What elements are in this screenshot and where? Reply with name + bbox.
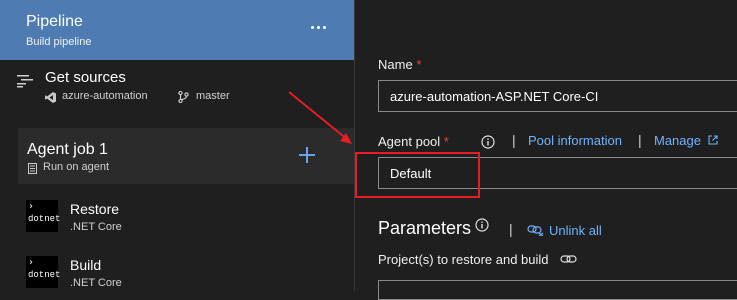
pipeline-tasks-panel: Pipeline Build pipeline Get sources azur… xyxy=(0,0,354,291)
external-link-icon xyxy=(708,135,718,145)
pipeline-name-value: azure-automation-ASP.NET Core-CI xyxy=(390,89,599,104)
pipeline-subtitle: Build pipeline xyxy=(26,36,92,48)
dotnet-icon: › dotnet xyxy=(26,200,60,232)
projects-input[interactable] xyxy=(378,280,737,300)
info-icon[interactable] xyxy=(475,218,489,232)
agent-pool-label: Agent pool * xyxy=(378,134,449,149)
separator: | xyxy=(638,132,642,148)
manage-link[interactable]: Manage xyxy=(654,133,718,148)
pool-information-link[interactable]: Pool information xyxy=(528,133,622,148)
more-options-button[interactable] xyxy=(305,16,331,38)
get-sources-title: Get sources xyxy=(45,69,126,86)
plus-icon[interactable] xyxy=(297,145,317,165)
source-branch: master xyxy=(196,90,230,102)
info-icon[interactable] xyxy=(481,135,495,149)
pipeline-name-input[interactable]: azure-automation-ASP.NET Core-CI xyxy=(378,80,737,112)
separator: | xyxy=(509,221,513,237)
link-icon[interactable] xyxy=(560,254,578,265)
name-label: Name * xyxy=(378,57,422,72)
pipeline-header[interactable]: Pipeline Build pipeline xyxy=(0,0,354,60)
task-subtitle: .NET Core xyxy=(70,277,122,289)
task-name: Restore xyxy=(70,201,120,217)
task-subtitle: .NET Core xyxy=(70,221,122,233)
agent-job-title: Agent job 1 xyxy=(27,141,108,158)
agent-job-item[interactable]: Agent job 1 Run on agent xyxy=(18,128,354,184)
more-horizontal-icon xyxy=(310,25,314,29)
separator: | xyxy=(512,132,516,148)
required-marker: * xyxy=(416,57,422,72)
projects-label: Project(s) to restore and build xyxy=(378,252,578,267)
server-agent-icon xyxy=(28,163,37,174)
parameters-title: Parameters xyxy=(378,218,472,238)
task-item-restore[interactable]: › dotnet Restore .NET Core xyxy=(18,196,354,244)
task-item-build[interactable]: › dotnet Build .NET Core xyxy=(18,252,354,300)
get-sources-item[interactable]: Get sources azure-automation master xyxy=(0,62,354,114)
properties-panel: Name * azure-automation-ASP.NET Core-CI … xyxy=(355,0,737,300)
agent-job-subtitle: Run on agent xyxy=(43,161,110,173)
required-marker: * xyxy=(443,134,449,149)
dotnet-icon: › dotnet xyxy=(26,256,60,288)
unlink-all-link[interactable]: Unlink all xyxy=(527,223,602,238)
task-name: Build xyxy=(70,257,102,273)
annotation-highlight-box xyxy=(355,152,480,198)
get-sources-icon xyxy=(17,75,33,88)
pipeline-title: Pipeline xyxy=(26,13,83,30)
source-repository: azure-automation xyxy=(62,90,148,102)
branch-icon xyxy=(178,91,189,103)
unlink-icon xyxy=(527,225,544,237)
visual-studio-repo-icon xyxy=(45,92,56,103)
